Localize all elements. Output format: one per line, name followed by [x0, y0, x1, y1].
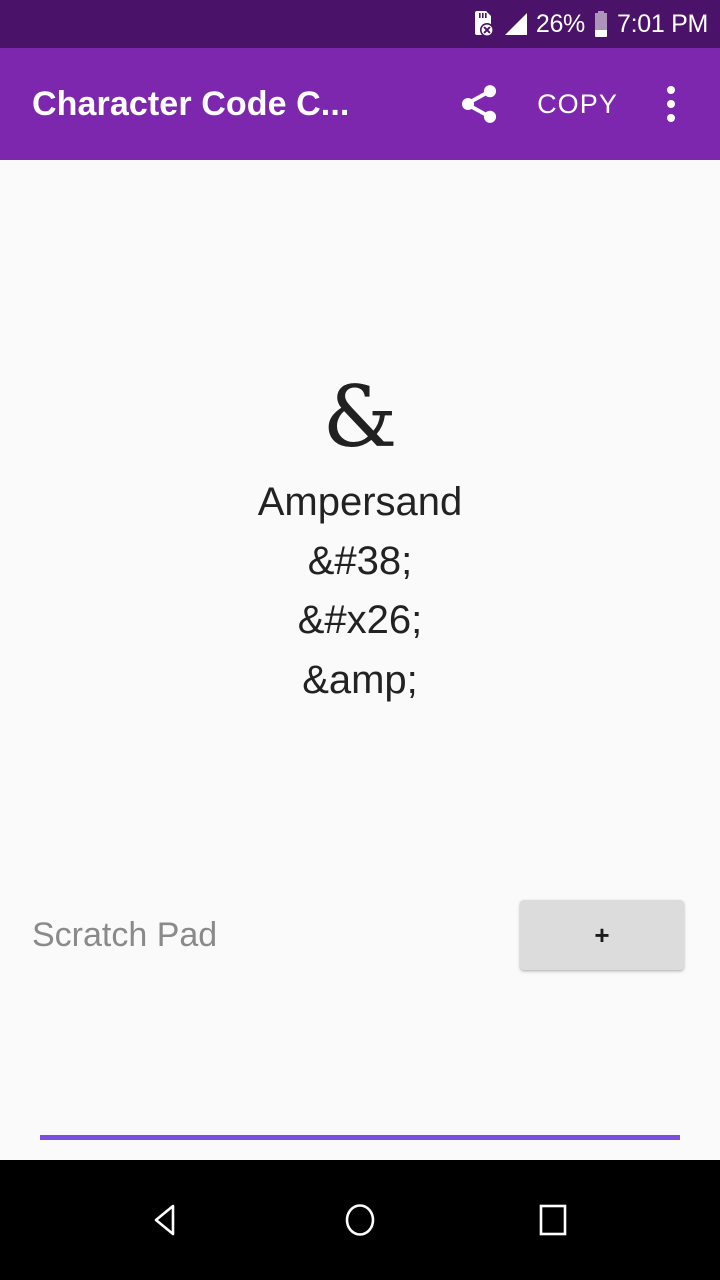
scratch-pad-underline — [40, 1135, 680, 1140]
back-triangle-icon — [145, 1198, 189, 1242]
main-content: & Ampersand &#38; &#x26; &amp; + — [0, 160, 720, 1160]
character-display: & Ampersand &#38; &#x26; &amp; — [0, 375, 720, 710]
recents-button[interactable] — [505, 1172, 601, 1268]
sd-card-error-icon — [472, 10, 496, 38]
overflow-dot — [667, 100, 675, 108]
home-circle-icon — [338, 1198, 382, 1242]
status-bar: 26% 7:01 PM — [0, 0, 720, 48]
character-name-label: Ampersand — [257, 480, 463, 524]
scratch-pad-input[interactable] — [32, 915, 520, 955]
entity-decimal: &#38; — [307, 539, 413, 584]
clock-label: 7:01 PM — [616, 9, 708, 38]
battery-percent-label: 26% — [535, 9, 585, 38]
scratch-pad-row: + — [32, 900, 684, 970]
copy-button[interactable]: COPY — [515, 89, 640, 120]
recents-square-icon — [531, 1198, 575, 1242]
battery-icon — [592, 10, 610, 38]
signal-strength-icon — [503, 11, 529, 37]
share-button[interactable] — [443, 68, 515, 140]
share-icon — [457, 82, 501, 126]
entity-hex: &#x26; — [297, 598, 423, 643]
character-glyph: & — [322, 368, 398, 466]
entity-named: &amp; — [302, 657, 418, 702]
home-button[interactable] — [312, 1172, 408, 1268]
add-button[interactable]: + — [520, 900, 684, 970]
android-navigation-bar — [0, 1160, 720, 1280]
overflow-dot — [667, 114, 675, 122]
page-title: Character Code C... — [32, 84, 350, 123]
overflow-menu-icon[interactable] — [640, 68, 702, 140]
app-bar: Character Code C... COPY — [0, 48, 720, 160]
back-button[interactable] — [119, 1172, 215, 1268]
status-bar-icons: 26% 7:01 PM — [472, 10, 708, 38]
overflow-dot — [667, 86, 675, 94]
